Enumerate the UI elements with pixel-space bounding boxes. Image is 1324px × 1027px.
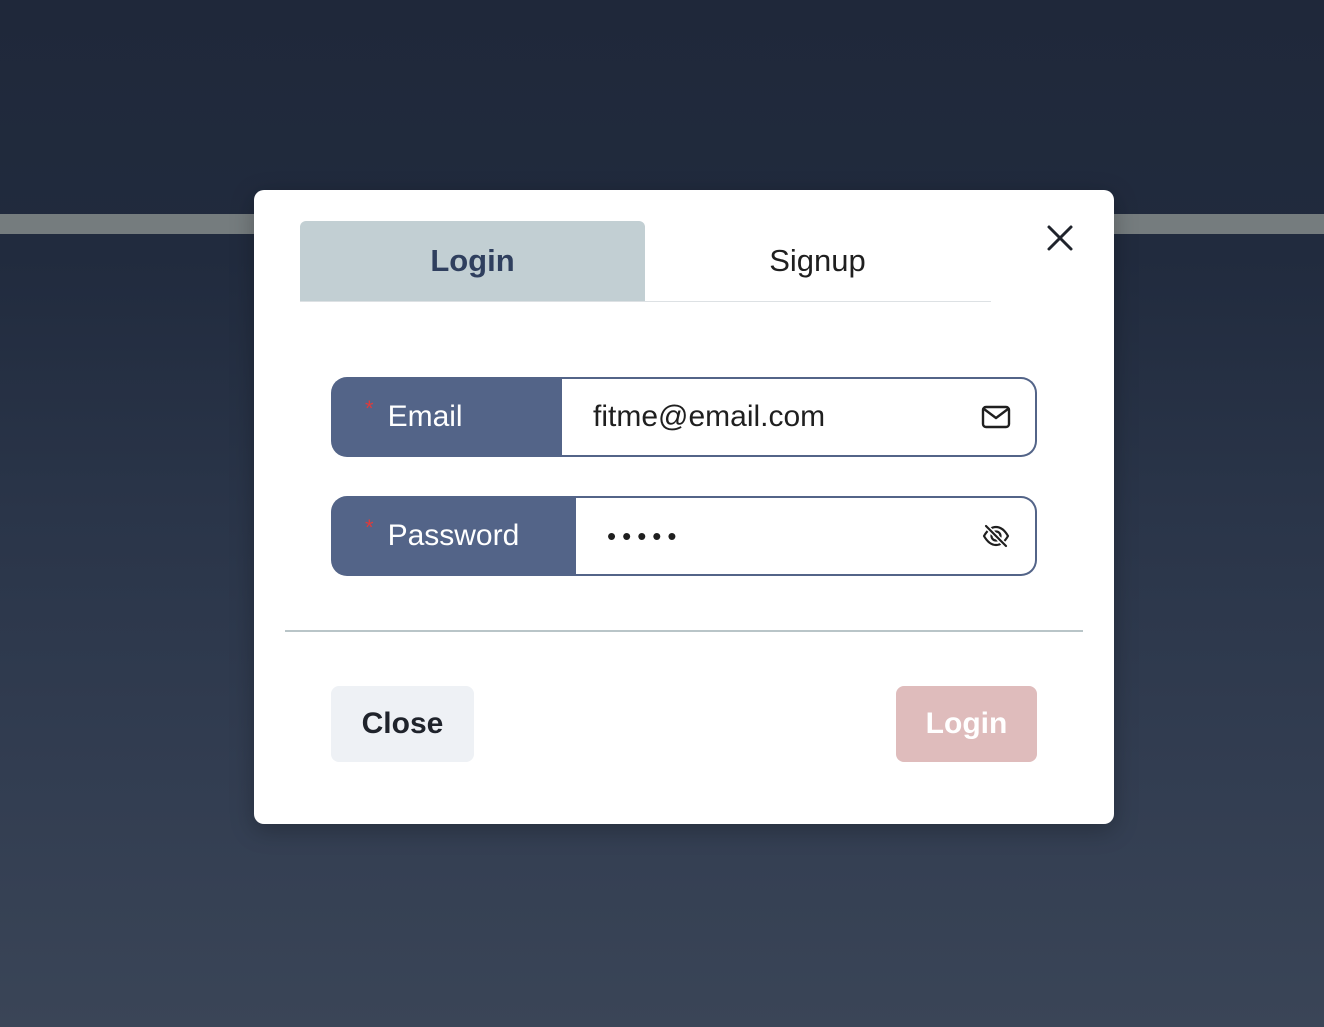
email-label-text: Email <box>387 400 463 433</box>
email-input-wrapper <box>562 377 1037 457</box>
password-field-group: * Password <box>331 496 1037 576</box>
login-button[interactable]: Login <box>896 686 1037 762</box>
password-input-wrapper <box>576 496 1037 576</box>
password-label: * Password <box>331 496 576 576</box>
mail-icon <box>979 400 1013 434</box>
email-field-group: * Email <box>331 377 1037 457</box>
tab-login[interactable]: Login <box>300 221 645 301</box>
password-label-text: Password <box>387 519 520 552</box>
eye-off-icon[interactable] <box>979 519 1013 553</box>
close-icon[interactable] <box>1042 220 1078 256</box>
email-input[interactable] <box>593 400 979 434</box>
close-button[interactable]: Close <box>331 686 474 762</box>
auth-tabs: Login Signup <box>300 221 991 302</box>
required-marker: * <box>365 515 374 540</box>
email-label: * Email <box>331 377 562 457</box>
required-marker: * <box>365 396 374 421</box>
password-input[interactable] <box>607 520 979 552</box>
tab-signup[interactable]: Signup <box>645 221 990 301</box>
footer-divider <box>285 630 1083 632</box>
login-modal: Login Signup * Email * Password <box>254 190 1114 824</box>
